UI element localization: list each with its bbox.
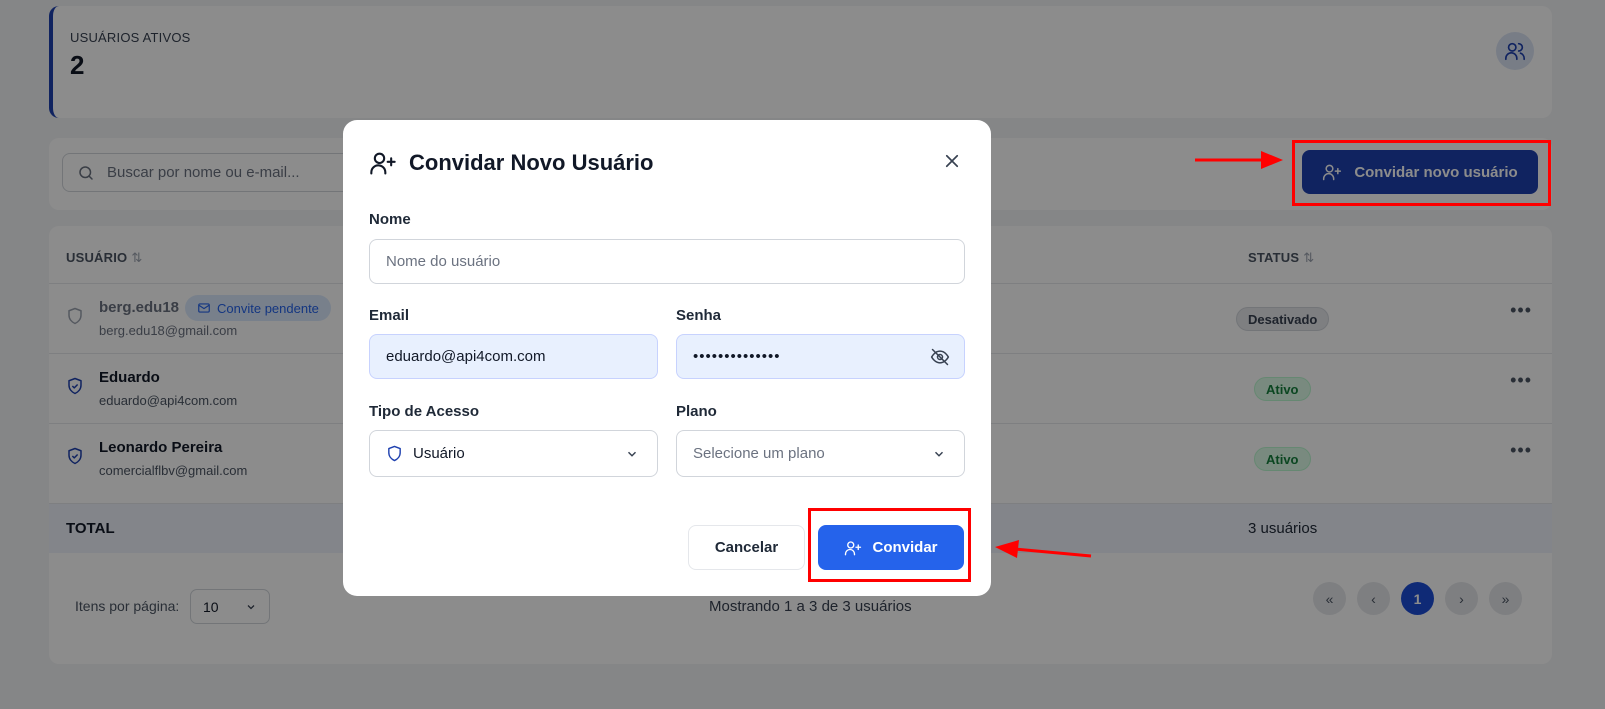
name-input[interactable] bbox=[369, 239, 965, 284]
email-input[interactable] bbox=[369, 334, 658, 379]
shield-icon bbox=[388, 445, 401, 462]
chevron-down-icon bbox=[627, 451, 637, 457]
password-input[interactable] bbox=[676, 334, 965, 379]
cancel-button[interactable]: Cancelar bbox=[688, 525, 805, 570]
plan-select[interactable]: Selecione um plano bbox=[676, 430, 965, 477]
password-label: Senha bbox=[676, 307, 722, 324]
plan-label: Plano bbox=[676, 403, 717, 420]
arrow-annotation bbox=[1195, 151, 1283, 169]
access-type-select[interactable]: Usuário bbox=[369, 430, 658, 477]
close-icon[interactable] bbox=[943, 152, 961, 170]
highlight-box bbox=[1292, 140, 1551, 206]
highlight-box bbox=[808, 508, 971, 582]
modal-title: Convidar Novo Usuário bbox=[409, 150, 654, 175]
user-plus-icon bbox=[370, 152, 396, 175]
email-label: Email bbox=[369, 307, 410, 324]
chevron-down-icon bbox=[934, 451, 944, 457]
access-type-label: Tipo de Acesso bbox=[369, 403, 480, 420]
eye-off-icon[interactable] bbox=[930, 347, 950, 367]
name-label: Nome bbox=[369, 211, 411, 228]
arrow-annotation bbox=[995, 540, 1092, 558]
